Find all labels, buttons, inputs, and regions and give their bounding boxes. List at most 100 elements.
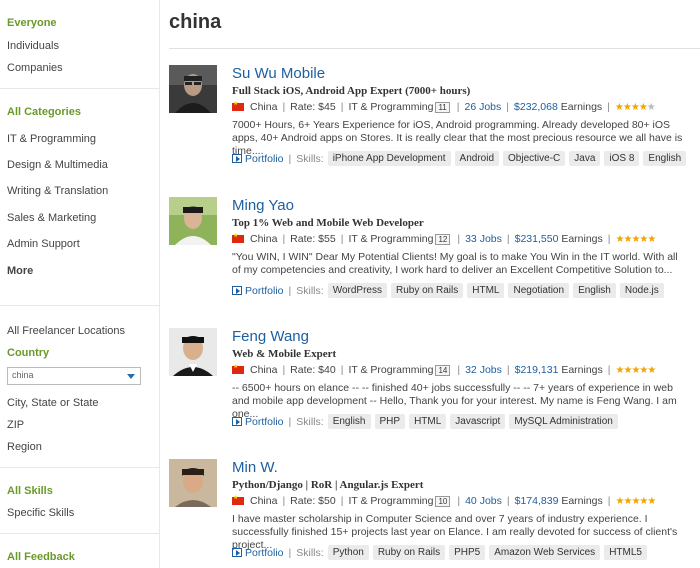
skill-chip[interactable]: PHP <box>374 414 406 429</box>
avatar[interactable] <box>169 65 217 113</box>
freelancer-rate: Rate: $55 <box>290 233 336 245</box>
country-select-value: china <box>12 370 34 380</box>
portfolio-label: Portfolio <box>245 152 284 165</box>
portfolio-link[interactable]: Portfolio <box>232 153 284 165</box>
skill-chip[interactable]: Java <box>569 151 601 166</box>
freelancer-description: "You WIN, I WIN" Dear My Potential Clien… <box>232 251 678 276</box>
filter-individuals[interactable]: Individuals <box>7 40 59 52</box>
freelancer-name[interactable]: Ming Yao <box>232 197 294 214</box>
separator: | <box>282 101 286 113</box>
freelancer-category: IT & Programming <box>348 101 434 113</box>
skill-chip[interactable]: Negotiation <box>508 283 570 298</box>
filter-all-categories[interactable]: All Categories <box>7 106 81 118</box>
star-icon: ★ <box>614 101 624 113</box>
separator: | <box>506 495 510 507</box>
separator: | <box>282 495 286 507</box>
skill-chip[interactable]: Node.js <box>619 283 664 298</box>
freelancer-name[interactable]: Min W. <box>232 459 278 476</box>
skills-label: Skills: <box>296 152 324 165</box>
china-flag-icon <box>232 494 244 505</box>
freelancer-jobs[interactable]: 32 Jobs <box>465 364 502 376</box>
divider <box>0 88 160 89</box>
skill-chip[interactable]: English <box>573 283 616 298</box>
freelancer-country: China <box>250 364 278 376</box>
freelancer-name[interactable]: Su Wu Mobile <box>232 65 325 82</box>
search-results-title: china <box>169 11 222 33</box>
freelancer-meta: China | Rate: $55 | IT & Programming 12 … <box>232 232 656 245</box>
star-icon: ★ <box>647 495 656 507</box>
category-sales-marketing[interactable]: Sales & Marketing <box>7 212 96 224</box>
freelancer-name[interactable]: Feng Wang <box>232 328 309 345</box>
filter-region[interactable]: Region <box>7 441 42 453</box>
filter-sidebar: Everyone Individuals Companies All Categ… <box>0 0 160 568</box>
skill-chip[interactable]: Ruby on Rails <box>372 545 446 560</box>
avatar[interactable] <box>169 328 217 376</box>
skill-chip[interactable]: iOS 8 <box>604 151 640 166</box>
avatar[interactable] <box>169 197 217 245</box>
separator: | <box>340 495 344 507</box>
separator: | <box>288 415 292 428</box>
freelancer-jobs[interactable]: 40 Jobs <box>465 495 502 507</box>
filter-specific-skills[interactable]: Specific Skills <box>7 507 74 519</box>
separator: | <box>456 101 460 113</box>
skill-chip[interactable]: HTML <box>467 283 505 298</box>
skill-chip[interactable]: English <box>643 151 687 166</box>
freelancer-category: IT & Programming <box>348 364 434 376</box>
category-it-programming[interactable]: IT & Programming <box>7 133 96 145</box>
category-admin-support[interactable]: Admin Support <box>7 238 80 250</box>
level-badge: 11 <box>435 101 450 113</box>
skill-chip[interactable]: Android <box>454 151 500 166</box>
country-select[interactable]: china <box>7 367 141 385</box>
separator: | <box>506 364 510 376</box>
freelancer-jobs[interactable]: 26 Jobs <box>465 101 502 113</box>
portfolio-link[interactable]: Portfolio <box>232 416 284 428</box>
separator: | <box>288 152 292 165</box>
divider <box>169 48 700 49</box>
star-icon: ★ <box>646 101 656 113</box>
freelancer-card: Min W. Python/Django | RoR | Angular.js … <box>169 459 694 568</box>
filter-all-skills[interactable]: All Skills <box>7 485 53 497</box>
filter-all-locations[interactable]: All Freelancer Locations <box>7 325 125 337</box>
star-icon: ★ <box>638 101 648 113</box>
star-rating: ★★★★★ <box>614 101 656 113</box>
skill-chip[interactable]: HTML5 <box>604 545 647 560</box>
more-categories-link[interactable]: More <box>7 265 33 277</box>
filter-companies[interactable]: Companies <box>7 62 63 74</box>
skill-chip[interactable]: Python <box>327 545 369 560</box>
avatar[interactable] <box>169 459 217 507</box>
earnings-label: Earnings <box>561 495 603 507</box>
freelancer-earnings: $231,550 <box>514 233 559 245</box>
portfolio-label: Portfolio <box>245 284 284 297</box>
skills-row: Portfolio | Skills: WordPress Ruby on Ra… <box>232 283 668 298</box>
filter-all-feedback[interactable]: All Feedback <box>7 551 75 563</box>
level-badge: 12 <box>435 233 451 245</box>
earnings-label: Earnings <box>561 364 603 376</box>
freelancer-rate: Rate: $40 <box>290 364 336 376</box>
freelancer-jobs[interactable]: 33 Jobs <box>465 233 502 245</box>
level-badge: 10 <box>435 495 451 507</box>
skill-chip[interactable]: Ruby on Rails <box>390 283 464 298</box>
category-writing-translation[interactable]: Writing & Translation <box>7 185 108 197</box>
skill-chip[interactable]: Amazon Web Services <box>489 545 601 560</box>
skill-chip[interactable]: Javascript <box>450 414 506 429</box>
skill-chip[interactable]: PHP5 <box>449 545 486 560</box>
skill-chip[interactable]: English <box>327 414 371 429</box>
divider <box>0 467 160 468</box>
skills-label: Skills: <box>296 415 324 428</box>
category-design-multimedia[interactable]: Design & Multimedia <box>7 159 108 171</box>
skill-chip[interactable]: iPhone App Development <box>327 151 451 166</box>
filter-city-state[interactable]: City, State or State <box>7 397 99 409</box>
freelancer-rate: Rate: $50 <box>290 495 336 507</box>
separator: | <box>607 101 610 113</box>
skill-chip[interactable]: WordPress <box>327 283 387 298</box>
skill-chip[interactable]: HTML <box>409 414 447 429</box>
filter-zip[interactable]: ZIP <box>7 419 24 431</box>
freelancer-country: China <box>250 495 278 507</box>
filter-everyone[interactable]: Everyone <box>7 17 57 29</box>
separator: | <box>506 101 510 113</box>
skill-chip[interactable]: MySQL Administration <box>509 414 618 429</box>
skill-chip[interactable]: Objective-C <box>503 151 566 166</box>
portfolio-link[interactable]: Portfolio <box>232 547 284 559</box>
portfolio-link[interactable]: Portfolio <box>232 285 284 297</box>
freelancer-category: IT & Programming <box>348 495 434 507</box>
